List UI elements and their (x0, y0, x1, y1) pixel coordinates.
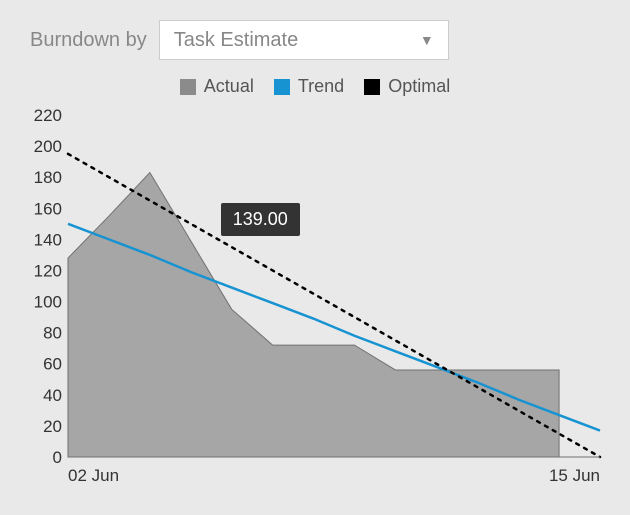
legend-label-trend: Trend (298, 76, 344, 97)
svg-text:60: 60 (43, 355, 62, 374)
svg-text:220: 220 (34, 107, 62, 125)
svg-text:100: 100 (34, 293, 62, 312)
svg-text:20: 20 (43, 417, 62, 436)
chart-legend: Actual Trend Optimal (20, 76, 610, 97)
svg-text:0: 0 (53, 448, 62, 467)
svg-text:140: 140 (34, 230, 62, 249)
svg-text:160: 160 (34, 199, 62, 218)
svg-text:80: 80 (43, 324, 62, 343)
burndown-by-select[interactable]: Task Estimate ▼ (159, 20, 449, 60)
chart-svg: 0 20 40 60 80 100 120 140 160 180 200 220 02 Jun 15 J… (20, 107, 610, 487)
select-value: Task Estimate (174, 29, 298, 52)
svg-text:02 Jun: 02 Jun (68, 466, 119, 485)
legend-item-optimal: Optimal (364, 76, 450, 97)
svg-text:180: 180 (34, 168, 62, 187)
legend-item-trend: Trend (274, 76, 344, 97)
burndown-by-label: Burndown by (30, 29, 147, 52)
swatch-optimal (364, 79, 380, 95)
legend-item-actual: Actual (180, 76, 254, 97)
chart: 0 20 40 60 80 100 120 140 160 180 200 220 02 Jun 15 J… (20, 107, 610, 487)
svg-text:120: 120 (34, 261, 62, 280)
svg-text:40: 40 (43, 386, 62, 405)
swatch-actual (180, 79, 196, 95)
svg-text:200: 200 (34, 137, 62, 156)
svg-text:15 Jun: 15 Jun (549, 466, 600, 485)
chevron-down-icon: ▼ (420, 32, 434, 48)
legend-label-actual: Actual (204, 76, 254, 97)
legend-label-optimal: Optimal (388, 76, 450, 97)
swatch-trend (274, 79, 290, 95)
controls-row: Burndown by Task Estimate ▼ (30, 20, 610, 60)
